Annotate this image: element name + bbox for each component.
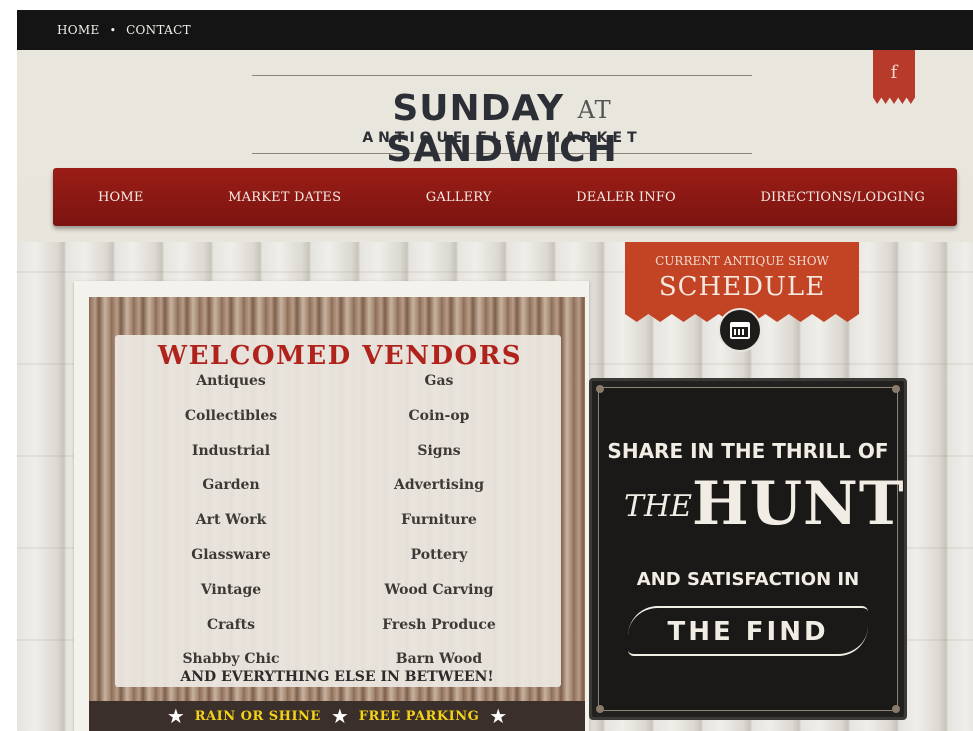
vendor-item: Wood Carving [384,581,494,598]
nail-icon [596,385,604,393]
vendor-item: Furniture [401,512,477,529]
nail-icon [596,705,604,713]
nav-item-dealer-info[interactable]: DEALER INFO [576,190,676,205]
hunt-sign: SHARE IN THE THRILL OF THE HUNT AND SATI… [589,378,907,720]
vendor-item: Crafts [207,616,255,633]
facebook-icon[interactable]: f [873,50,915,104]
vendors-everything-else: AND EVERYTHING ELSE IN BETWEEN! [180,669,494,685]
vendor-item: Glassware [191,546,271,563]
vendor-list-left: Antiques Collectibles Industrial Garden … [131,373,331,686]
hunt-find: THE FIND [667,617,829,647]
vendor-board-footer: ★ RAIN OR SHINE ★ FREE PARKING ★ [89,701,585,731]
hunt-line-1: SHARE IN THE THRILL OF [607,439,889,463]
logo-word-at: AT [577,96,612,124]
logo-word-sunday: SUNDAY [392,88,565,129]
vendor-board: WELCOMED VENDORS Antiques Collectibles I… [89,297,585,731]
nail-icon [892,705,900,713]
vendor-item: Vintage [200,581,262,598]
vendor-list-right: Gas Coin-op Signs Advertising Furniture … [339,373,539,686]
hunt-line-3: AND SATISFACTION IN [636,569,860,590]
nav-item-home[interactable]: HOME [98,190,144,205]
vendor-item: Coin-op [408,407,470,424]
schedule-calendar-button[interactable] [718,308,762,352]
nav-item-gallery[interactable]: GALLERY [426,190,492,205]
topbar-link-contact[interactable]: CONTACT [126,23,191,37]
page: HOME • CONTACT SUNDAY AT SANDWICH ANTIQU… [17,10,973,731]
vendor-item: Signs [417,442,461,459]
top-bar: HOME • CONTACT [17,10,973,50]
vendor-item: Collectibles [184,407,278,424]
schedule-banner-top: CURRENT ANTIQUE SHOW [655,254,829,268]
logo-rule-top [252,75,752,76]
vendor-item: Gas [424,373,454,389]
calendar-icon [730,321,750,339]
hunt-the: THE [624,489,693,524]
nav-item-market-dates[interactable]: MARKET DATES [228,190,341,205]
vendor-item: Pottery [410,546,468,563]
vendor-item: Art Work [195,512,267,529]
star-icon: ★ [330,704,349,728]
topbar-link-home[interactable]: HOME [57,23,100,37]
schedule-banner-title: SCHEDULE [658,272,826,302]
free-parking-label: FREE PARKING [358,708,480,724]
vendors-title: WELCOMED VENDORS [157,341,523,371]
nav-item-directions-lodging[interactable]: DIRECTIONS/LODGING [760,190,925,205]
site-logo[interactable]: SUNDAY AT SANDWICH [302,88,702,170]
vendor-item: Antiques [196,373,266,389]
site-header: SUNDAY AT SANDWICH ANTIQUE FLEA MARKET f [17,50,973,178]
star-icon: ★ [489,704,508,728]
vendor-item: Fresh Produce [382,616,496,633]
vendor-item: Advertising [393,477,485,494]
main-nav: HOME MARKET DATES GALLERY DEALER INFO DI… [53,168,957,226]
vendor-item: Industrial [191,442,271,459]
star-icon: ★ [166,704,185,728]
hunt-big-word: HUNT [692,469,905,539]
topbar-separator: • [109,23,117,37]
rain-or-shine-label: RAIN OR SHINE [194,708,321,724]
logo-subtitle: ANTIQUE FLEA MARKET [362,130,642,146]
nail-icon [892,385,900,393]
vendor-item: Garden [202,477,260,494]
